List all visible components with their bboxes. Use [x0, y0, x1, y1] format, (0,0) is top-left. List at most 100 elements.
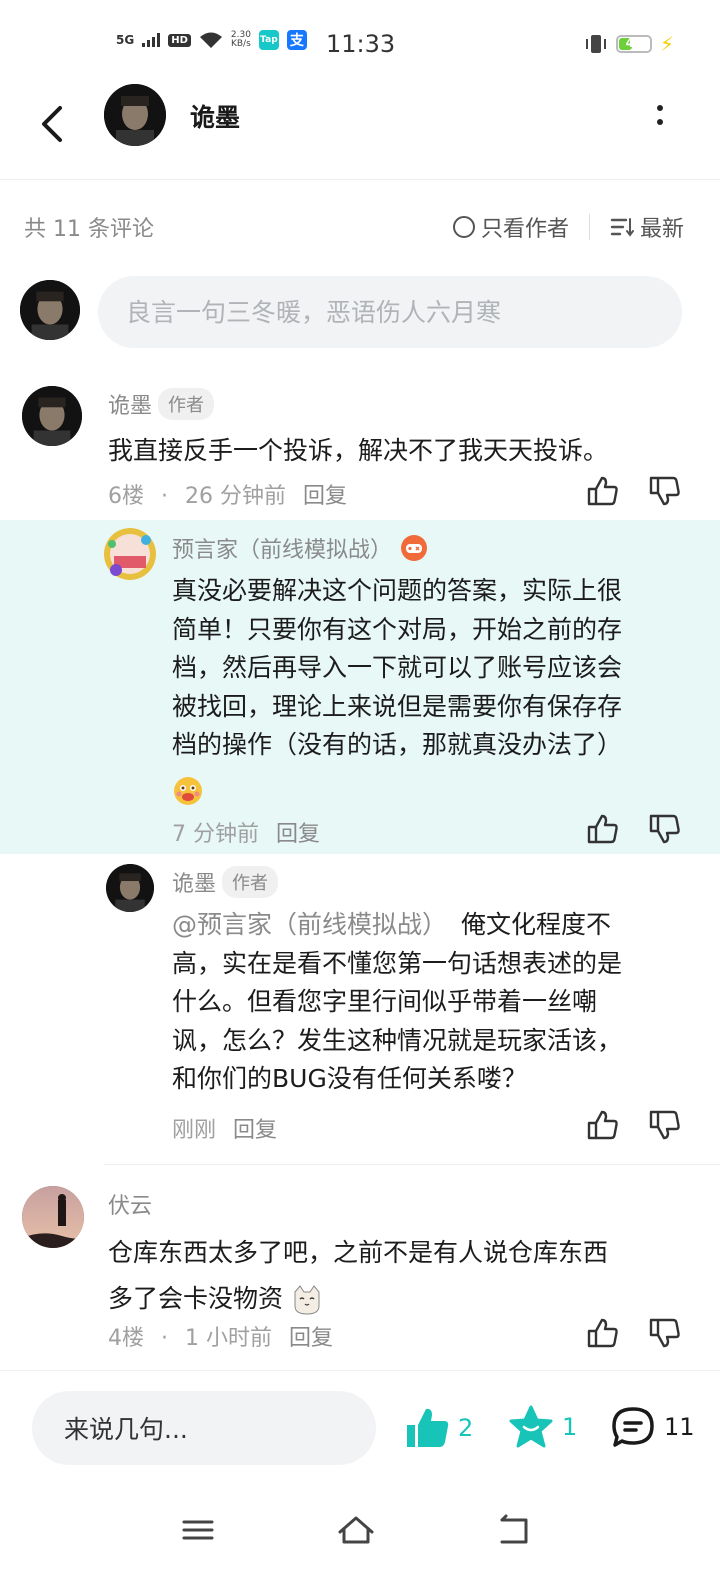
thumbs-up-icon[interactable] — [586, 1316, 620, 1350]
thumbs-up-icon[interactable] — [586, 1108, 620, 1142]
divider — [104, 1164, 720, 1165]
home-icon[interactable] — [334, 1510, 378, 1550]
mention-link[interactable]: @预言家（前线模拟战） — [172, 910, 447, 939]
page-title: 诡墨 — [190, 103, 241, 132]
comment-total: 11 — [664, 1413, 695, 1441]
reply-first-text: 俺文化程度不 — [461, 910, 612, 939]
comment-input[interactable] — [98, 276, 682, 348]
battery-level: 41 — [625, 36, 643, 50]
comment-line: 仓库东西太多了吧，之前不是有人说仓库东西 — [108, 1238, 609, 1267]
bottom-action-bar: 来说几句... 2 1 11 — [0, 1370, 720, 1488]
sort-list-icon[interactable] — [610, 216, 634, 238]
thumbs-down-icon[interactable] — [648, 1108, 682, 1142]
thumbs-down-icon[interactable] — [648, 474, 682, 508]
replier-avatar[interactable] — [102, 526, 158, 582]
bottom-comment-input[interactable]: 来说几句... — [32, 1391, 376, 1465]
replier-name[interactable]: 预言家（前线模拟战） — [172, 532, 392, 564]
vote-buttons — [586, 1108, 682, 1142]
cat-emoji-icon — [294, 1285, 320, 1315]
status-bar: 5G HD 2.30 KB/s Tap 支 11:33 41 ⚡ — [0, 0, 720, 84]
floor: 4楼 — [108, 1326, 144, 1351]
commenter-name-row: 伏云 — [108, 1188, 152, 1220]
timestamp: 26 分钟前 — [185, 484, 286, 509]
sort-controls: 只看作者 最新 — [452, 211, 684, 243]
menu-icon[interactable] — [176, 1510, 220, 1550]
comment-line-text: 多了会卡没物资 — [108, 1284, 284, 1313]
commenter-avatar[interactable] — [22, 386, 82, 446]
reply-line: 被找回，理论上来说但是需要你有保存存 — [172, 691, 623, 721]
signal-icon — [142, 33, 161, 47]
my-avatar — [20, 280, 80, 340]
favorite-button[interactable]: 1 — [508, 1405, 577, 1449]
comment-item: 伏云 仓库东西太多了吧，之前不是有人说仓库东西 多了会卡没物资 4楼 · 1 小… — [0, 1184, 720, 1368]
clock: 11:33 — [326, 30, 396, 58]
game-badge-icon — [401, 535, 428, 561]
thumbs-up-filled-icon — [407, 1408, 449, 1447]
thumbs-up-icon[interactable] — [586, 812, 620, 846]
system-nav-bar — [0, 1488, 720, 1584]
vote-buttons — [586, 812, 682, 846]
author-only-toggle[interactable]: 只看作者 — [481, 211, 569, 243]
header-avatar[interactable] — [104, 84, 166, 146]
like-button[interactable]: 2 — [404, 1405, 473, 1451]
reply-button[interactable]: 回复 — [276, 822, 320, 847]
top-nav: 诡墨 — [0, 84, 720, 180]
author-only-radio-icon[interactable] — [452, 216, 475, 238]
comment-compose — [20, 276, 682, 348]
reply-line: 什么。但看您字里行间似乎带着一丝嘲 — [172, 987, 598, 1016]
meta-dot: · — [161, 1326, 168, 1351]
commenter-name[interactable]: 伏云 — [108, 1188, 152, 1220]
reply-button[interactable]: 回复 — [303, 484, 347, 509]
more-icon[interactable] — [650, 102, 670, 132]
star-filled-icon — [509, 1405, 553, 1448]
timestamp: 7 分钟前 — [172, 822, 259, 847]
battery-icon: 41 — [615, 35, 652, 53]
reply-line: 真没必要解决这个问题的答案，实际上很 — [172, 576, 623, 605]
commenter-name[interactable]: 诡墨 — [108, 388, 152, 420]
comment-bubble-icon — [612, 1407, 654, 1447]
vote-buttons — [586, 474, 682, 508]
wifi-icon — [199, 32, 222, 48]
thumbs-down-icon[interactable] — [648, 1316, 682, 1350]
reply-meta: 刚刚 回复 — [172, 1112, 277, 1144]
floor: 6楼 — [108, 484, 144, 509]
back-icon[interactable] — [34, 96, 74, 156]
reply-text: 真没必要解决这个问题的答案，实际上很 简单！只要你有这个对局，开始之前的存 档，… — [172, 572, 622, 809]
thumbs-up-icon[interactable] — [586, 474, 620, 508]
author-badge: 作者 — [222, 866, 279, 898]
reply-button[interactable]: 回复 — [233, 1118, 277, 1143]
like-count: 2 — [458, 1414, 474, 1442]
comment-meta: 6楼 · 26 分钟前 回复 — [108, 478, 347, 510]
reply-item: 诡墨 作者 @预言家（前线模拟战） 俺文化程度不 高，实在是看不懂您第一句话想表述… — [0, 856, 720, 1162]
comment-text: 仓库东西太多了吧，之前不是有人说仓库东西 多了会卡没物资 — [108, 1230, 608, 1322]
vibrate-icon — [585, 35, 606, 53]
status-left: 5G HD 2.30 KB/s Tap 支 — [116, 30, 307, 50]
commenter-avatar[interactable] — [22, 1186, 84, 1248]
replier-name-row: 诡墨 作者 — [172, 866, 279, 898]
reply-text: @预言家（前线模拟战） 俺文化程度不 高，实在是看不懂您第一句话想表述的是 什么。… — [172, 906, 622, 1099]
drooling-emoji-icon — [174, 776, 202, 805]
alipay-icon: 支 — [286, 30, 307, 50]
back-nav-icon[interactable] — [492, 1510, 536, 1550]
net-speed: 2.30 KB/s — [231, 31, 251, 49]
comment-sort-bar: 共 11 条评论 只看作者 最新 — [24, 206, 684, 248]
reply-line: 讽，怎么？发生这种情况就是玩家活该， — [172, 1025, 623, 1055]
emoji-line — [172, 765, 622, 809]
comment-text: 我直接反手一个投诉，解决不了我天天投诉。 — [108, 436, 609, 465]
thumbs-down-icon[interactable] — [648, 812, 682, 846]
favorite-count: 1 — [562, 1413, 578, 1441]
comment-meta: 4楼 · 1 小时前 回复 — [108, 1320, 333, 1352]
comment-count: 共 11 条评论 — [24, 217, 154, 242]
replier-avatar[interactable] — [106, 864, 154, 912]
vote-buttons — [586, 1316, 682, 1350]
reply-item: 预言家（前线模拟战） 真没必要解决这个问题的答案，实际上很 简单！只要你有这个对… — [0, 520, 720, 854]
comments-button[interactable]: 11 — [610, 1405, 695, 1449]
reply-line: 和你们的BUG没有任何关系喽？ — [172, 1064, 527, 1093]
replier-name[interactable]: 诡墨 — [172, 866, 216, 898]
comment-item: 诡墨 作者 我直接反手一个投诉，解决不了我天天投诉。 6楼 · 26 分钟前 回… — [0, 384, 720, 520]
sort-newest-button[interactable]: 最新 — [640, 211, 684, 243]
reply-meta: 7 分钟前 回复 — [172, 816, 320, 848]
meta-dot: · — [161, 484, 168, 509]
reply-button[interactable]: 回复 — [289, 1326, 333, 1351]
speed-unit: KB/s — [230, 39, 251, 49]
